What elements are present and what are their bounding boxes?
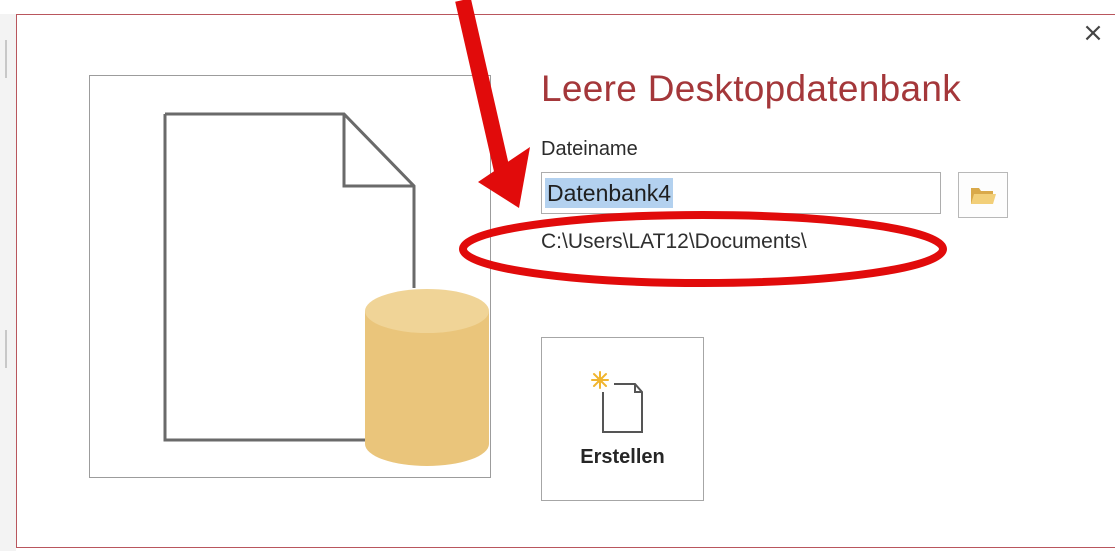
new-document-sparkle-icon [591, 371, 643, 433]
browse-folder-button[interactable] [958, 172, 1008, 218]
background-window-strip [0, 0, 16, 551]
filename-input[interactable]: Datenbank4 [541, 172, 941, 214]
filename-label: Dateiname [541, 138, 638, 160]
database-preview-panel [89, 75, 491, 478]
background-divider [5, 40, 7, 78]
create-button-label: Erstellen [580, 446, 665, 468]
blank-database-document-icon [163, 112, 489, 466]
dialog-title: Leere Desktopdatenbank [541, 68, 962, 109]
folder-icon [971, 188, 996, 204]
background-window-top [0, 0, 1117, 14]
close-icon[interactable]: × [1080, 20, 1106, 46]
filename-value: Datenbank4 [545, 178, 674, 208]
background-divider [5, 330, 7, 368]
create-button[interactable]: Erstellen [541, 337, 704, 501]
file-location-path: C:\Users\LAT12\Documents\ [541, 230, 807, 253]
